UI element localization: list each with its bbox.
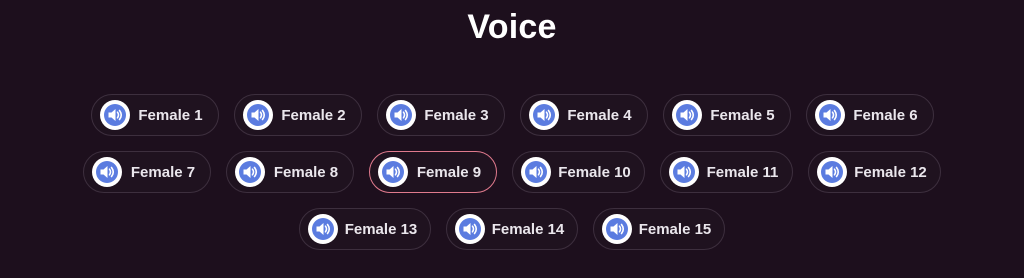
speaker-icon (671, 100, 702, 130)
voice-row-2: Female 7 Female 8 Female 9 Female 10 Fem… (0, 151, 1024, 193)
speaker-icon (455, 214, 485, 244)
speaker-icon (308, 214, 338, 244)
voice-option-female-7[interactable]: Female 7 (83, 151, 211, 193)
voice-option-female-5[interactable]: Female 5 (662, 94, 791, 136)
speaker-icon (385, 100, 416, 130)
voice-option-female-3[interactable]: Female 3 (376, 94, 505, 136)
voice-option-female-14[interactable]: Female 14 (446, 208, 578, 250)
speaker-icon (814, 100, 845, 130)
speaker-icon (99, 100, 130, 130)
voice-option-label: Female 4 (567, 106, 632, 124)
voice-option-label: Female 5 (710, 106, 775, 124)
voice-option-female-6[interactable]: Female 6 (805, 94, 934, 136)
voice-option-label: Female 9 (416, 163, 482, 181)
voice-option-label: Female 15 (638, 220, 712, 238)
voice-option-label: Female 7 (130, 163, 196, 181)
voice-option-female-15[interactable]: Female 15 (593, 208, 725, 250)
voice-option-label: Female 13 (344, 220, 418, 238)
voice-option-female-9[interactable]: Female 9 (369, 151, 497, 193)
voice-option-label: Female 6 (853, 106, 918, 124)
voice-option-female-2[interactable]: Female 2 (233, 94, 362, 136)
voice-option-label: Female 11 (706, 163, 779, 181)
page-title: Voice (467, 8, 557, 46)
voice-option-female-11[interactable]: Female 11 (660, 151, 793, 193)
speaker-icon (242, 100, 273, 130)
voice-option-label: Female 3 (424, 106, 489, 124)
voice-option-label: Female 1 (138, 106, 203, 124)
speaker-icon (92, 157, 122, 187)
speaker-icon (817, 157, 847, 187)
voice-option-female-1[interactable]: Female 1 (90, 94, 219, 136)
voice-option-label: Female 8 (273, 163, 339, 181)
voice-row-1: Female 1 Female 2 Female 3 Female 4 Fema… (0, 94, 1024, 136)
voice-option-label: Female 12 (854, 163, 927, 181)
speaker-icon (521, 157, 551, 187)
voice-option-label: Female 2 (281, 106, 346, 124)
voice-option-female-8[interactable]: Female 8 (226, 151, 354, 193)
speaker-icon (378, 157, 408, 187)
voice-option-label: Female 10 (558, 163, 631, 181)
voice-option-female-13[interactable]: Female 13 (299, 208, 431, 250)
voice-option-female-10[interactable]: Female 10 (512, 151, 645, 193)
voice-option-female-4[interactable]: Female 4 (519, 94, 648, 136)
speaker-icon (235, 157, 265, 187)
speaker-icon (602, 214, 632, 244)
voice-option-label: Female 14 (491, 220, 565, 238)
speaker-icon (669, 157, 699, 187)
voice-option-female-12[interactable]: Female 12 (808, 151, 941, 193)
speaker-icon (528, 100, 559, 130)
voice-row-3: Female 13 Female 14 Female 15 (0, 208, 1024, 250)
